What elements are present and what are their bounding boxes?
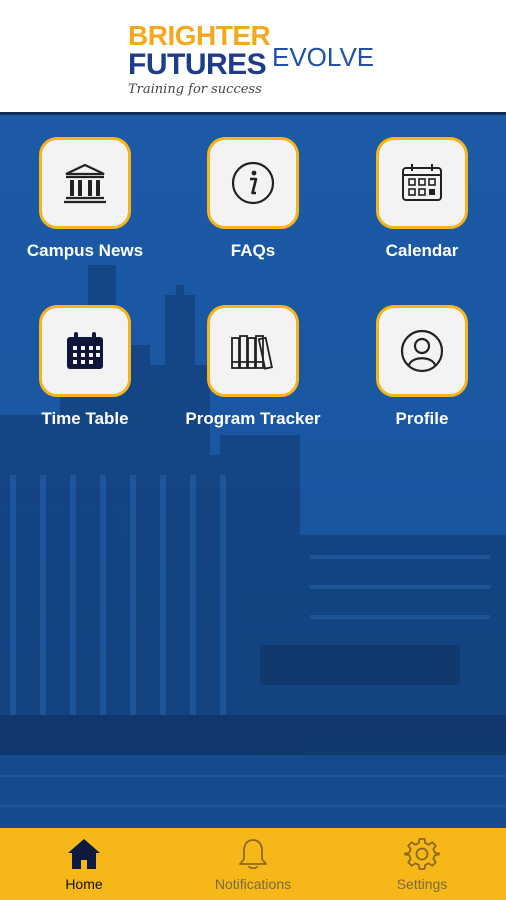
info-icon	[231, 161, 275, 205]
tile-label: Time Table	[41, 409, 129, 428]
brighter-futures-logo: BRIGHTER FUTURES EVOLVE Training for suc…	[128, 20, 388, 102]
tile-calendar-button[interactable]	[376, 137, 468, 229]
tile-faqs[interactable]: FAQs	[173, 137, 333, 261]
logo-tagline: Training for success	[128, 82, 262, 97]
tab-label: Home	[65, 876, 103, 892]
books-icon	[231, 335, 273, 370]
tile-time-table-button[interactable]	[39, 305, 131, 397]
home-dashboard: Campus News FAQs Calendar Time Table Pro…	[0, 115, 506, 828]
user-icon	[400, 329, 444, 373]
tile-label: Program Tracker	[185, 409, 321, 428]
tab-home[interactable]: Home	[0, 828, 168, 900]
tile-calendar[interactable]: Calendar	[342, 137, 502, 261]
tile-label: Campus News	[26, 241, 144, 260]
tile-label: Calendar	[385, 241, 459, 260]
gear-icon	[404, 838, 440, 870]
bell-icon	[239, 839, 267, 870]
app-name: EVOLVE	[272, 42, 375, 72]
calendar-icon	[402, 164, 442, 201]
tile-campus-news-button[interactable]	[39, 137, 131, 229]
tile-profile[interactable]: Profile	[342, 305, 502, 429]
tab-settings[interactable]: Settings	[338, 828, 506, 900]
bottom-tab-bar: Home Notifications Settings	[0, 828, 506, 900]
timetable-icon	[67, 332, 103, 369]
tile-campus-news[interactable]: Campus News	[5, 137, 165, 261]
tab-notifications[interactable]: Notifications	[169, 828, 337, 900]
tile-program-tracker-button[interactable]	[207, 305, 299, 397]
tile-time-table[interactable]: Time Table	[5, 305, 165, 429]
home-icon	[68, 839, 100, 869]
bank-icon	[64, 163, 106, 204]
logo-brighter: BRIGHTER	[128, 20, 271, 51]
tab-label: Settings	[396, 876, 448, 892]
logo-futures: FUTURES	[128, 48, 267, 81]
app-header: BRIGHTER FUTURES EVOLVE Training for suc…	[0, 0, 506, 112]
tile-profile-button[interactable]	[376, 305, 468, 397]
tab-label: Notifications	[214, 876, 292, 892]
tile-faqs-button[interactable]	[207, 137, 299, 229]
tile-program-tracker[interactable]: Program Tracker	[173, 305, 333, 429]
tile-label: Profile	[395, 409, 449, 428]
tile-label: FAQs	[230, 241, 276, 260]
